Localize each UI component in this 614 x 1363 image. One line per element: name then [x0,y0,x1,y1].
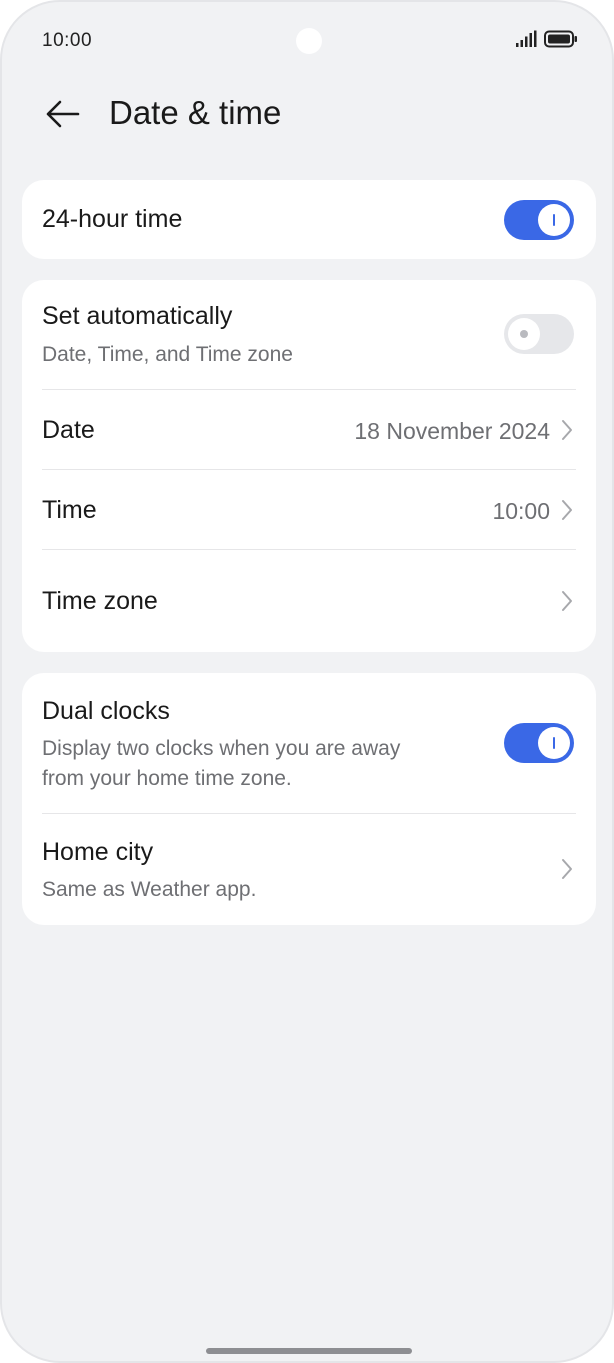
status-bar: 10:00 [2,2,612,80]
row-time-zone-label: Time zone [42,587,158,615]
signal-icon [516,30,537,47]
row-dual-clocks[interactable]: Dual clocks Display two clocks when you … [22,673,596,813]
chevron-right-icon [562,591,572,611]
chevron-right-icon [562,500,572,520]
row-dual-clocks-label: Dual clocks [42,697,170,725]
row-time-label: Time [42,496,97,524]
row-time-value: 10:00 [492,498,550,524]
row-set-automatically[interactable]: Set automatically Date, Time, and Time z… [22,280,596,390]
card-dual-clocks: Dual clocks Display two clocks when you … [22,673,596,925]
row-dual-clocks-sublabel-line2: from your home time zone. [42,767,292,790]
chevron-right-icon [562,859,572,879]
row-set-automatically-sublabel: Date, Time, and Time zone [42,343,293,366]
row-24-hour-time[interactable]: 24-hour time [22,180,596,259]
toggle-dual-clocks[interactable] [504,723,574,763]
page-title: Date & time [109,94,282,131]
row-set-automatically-label: Set automatically [42,302,233,330]
row-home-city-label: Home city [42,838,154,866]
toggle-knob [508,318,540,350]
toggle-knob [538,204,570,236]
row-dual-clocks-sublabel-line1: Display two clocks when you are away [42,737,401,760]
home-indicator[interactable] [206,1348,412,1354]
row-time-zone[interactable]: Time zone [22,550,596,652]
card-24-hour-time: 24-hour time [22,180,596,259]
row-date-value: 18 November 2024 [354,418,550,444]
chevron-right-icon [562,420,572,440]
back-arrow-icon [46,100,80,128]
row-24-hour-time-label: 24-hour time [42,205,183,233]
row-date[interactable]: Date 18 November 2024 [22,390,596,470]
toggle-24-hour-time[interactable] [504,200,574,240]
toggle-set-automatically[interactable] [504,314,574,354]
row-home-city-sublabel: Same as Weather app. [42,878,257,901]
camera-cutout [296,28,322,54]
header: Date & time [2,82,612,146]
row-home-city[interactable]: Home city Same as Weather app. [22,814,596,925]
row-time[interactable]: Time 10:00 [22,470,596,550]
row-date-label: Date [42,416,95,444]
back-button[interactable] [38,92,86,136]
toggle-knob [538,727,570,759]
battery-icon [544,30,577,48]
phone-screen: 10:00 Date & time 24-hour time Set autom… [0,0,614,1363]
status-time: 10:00 [42,30,93,51]
card-date-time-settings: Set automatically Date, Time, and Time z… [22,280,596,652]
